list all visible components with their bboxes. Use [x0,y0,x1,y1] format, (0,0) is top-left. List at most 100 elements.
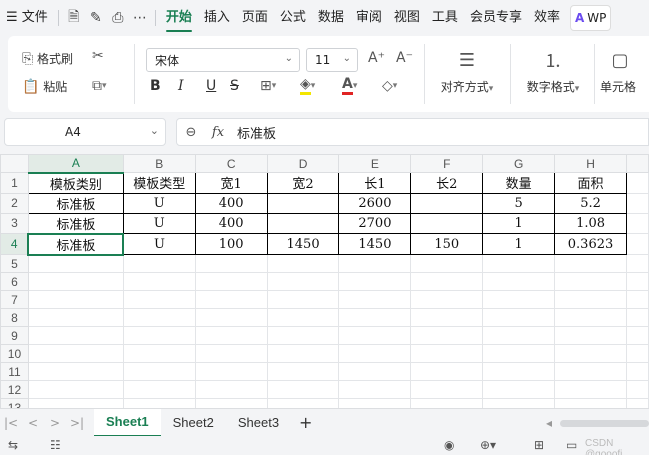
cell-d9[interactable] [266,326,340,345]
cell-f3[interactable] [410,212,484,234]
next-sheet-icon[interactable]: > [44,416,66,430]
paste-button[interactable]: 📋 粘贴 [22,78,67,95]
tab-member[interactable]: 会员专享 [464,0,528,36]
cell-f11[interactable] [410,362,484,381]
cell-a4[interactable]: 标准板 [27,232,125,256]
cell-f5[interactable] [410,254,484,273]
cell-b12[interactable] [122,380,196,399]
cell-g7[interactable] [482,290,556,309]
cell-h10[interactable] [554,344,627,363]
cell-d6[interactable] [266,272,340,291]
cell-e4[interactable]: 1450 [338,233,412,255]
cell-b7[interactable] [122,290,196,309]
cell-extra[interactable] [626,362,649,381]
cell-b5[interactable] [122,254,196,273]
row-header[interactable]: 13 [0,398,29,408]
cell-a10[interactable] [27,344,124,363]
increase-font-button[interactable]: A⁺ [368,50,385,66]
cell-h3[interactable]: 1.08 [554,212,627,234]
cell-g12[interactable] [482,380,556,399]
cell-e7[interactable] [338,290,412,309]
row-header[interactable]: 1 [0,172,29,194]
normal-view-icon[interactable]: ⊞ [534,438,544,452]
cell-h12[interactable] [554,380,627,399]
cell-a3[interactable]: 标准板 [27,212,124,234]
cell-c8[interactable] [194,308,268,327]
cell-b8[interactable] [122,308,196,327]
cell-f2[interactable] [410,192,484,214]
cell-e13[interactable] [338,398,412,408]
cell-extra[interactable] [626,192,649,214]
row-header[interactable]: 3 [0,212,29,234]
column-header-b[interactable]: B [122,154,196,173]
cell-extra[interactable] [626,172,649,194]
cell-b2[interactable]: U [122,192,196,214]
cell-extra[interactable] [626,380,649,399]
copy-button[interactable]: ⧉ ▾ [92,78,107,94]
cell-a9[interactable] [27,326,124,345]
column-header-g[interactable]: G [482,154,556,173]
cell-c2[interactable]: 400 [194,192,268,214]
horizontal-scrollbar[interactable] [560,420,649,427]
cell-h13[interactable] [554,398,627,408]
align-button[interactable]: ☰ 对齐方式▾ [430,42,504,106]
cell-c4[interactable]: 100 [194,233,268,255]
cell-d8[interactable] [266,308,340,327]
formula-bar[interactable]: ⊖ fx 标准板 [176,118,649,146]
cell-b11[interactable] [122,362,196,381]
cell-d1[interactable]: 宽2 [266,172,340,194]
cell-h7[interactable] [554,290,627,309]
cell-e9[interactable] [338,326,412,345]
column-header-f[interactable]: F [410,154,484,173]
cell-h2[interactable]: 5.2 [554,192,627,214]
cell-g4[interactable]: 1 [482,233,556,255]
cell-extra[interactable] [626,290,649,309]
cell-f1[interactable]: 长2 [410,172,484,194]
cell-d7[interactable] [266,290,340,309]
column-header-h[interactable]: H [554,154,627,173]
cell-b3[interactable]: U [122,212,196,234]
cell-e12[interactable] [338,380,412,399]
tab-review[interactable]: 审阅 [350,0,388,36]
cell-e8[interactable] [338,308,412,327]
bold-button[interactable]: B [150,78,161,94]
cell-e6[interactable] [338,272,412,291]
cell-g6[interactable] [482,272,556,291]
cell-c1[interactable]: 宽1 [194,172,268,194]
tab-home[interactable]: 开始 [160,0,198,36]
row-header[interactable]: 5 [0,254,29,273]
row-header[interactable]: 6 [0,272,29,291]
cell-a5[interactable] [27,254,124,273]
cell-h9[interactable] [554,326,627,345]
clear-button[interactable]: ◇ ▾ [382,78,397,94]
cell-a13[interactable] [27,398,124,408]
column-header-a[interactable]: A [27,154,124,174]
cell-g13[interactable] [482,398,556,408]
tab-page[interactable]: 页面 [236,0,274,36]
row-header[interactable]: 12 [0,380,29,399]
column-header-e[interactable]: E [338,154,412,173]
scroll-left-icon[interactable]: ◂ [538,416,560,430]
cell-f4[interactable]: 150 [410,233,484,255]
cell-a12[interactable] [27,380,124,399]
cell-f6[interactable] [410,272,484,291]
row-header[interactable]: 2 [0,192,29,214]
cell-d10[interactable] [266,344,340,363]
cell-e2[interactable]: 2600 [338,192,412,214]
cell-h8[interactable] [554,308,627,327]
cell-e3[interactable]: 2700 [338,212,412,234]
zoom-search-icon[interactable]: ⊖ [177,125,205,140]
cell-h5[interactable] [554,254,627,273]
fill-color-button[interactable]: ◈ ▾ [300,76,315,95]
row-header[interactable]: 11 [0,362,29,381]
cell-c3[interactable]: 400 [194,212,268,234]
cell-f13[interactable] [410,398,484,408]
cell-d3[interactable] [266,212,340,234]
cell-extra[interactable] [626,344,649,363]
sheet-tab-sheet1[interactable]: Sheet1 [94,408,161,437]
cell-a8[interactable] [27,308,124,327]
cell-h4[interactable]: 0.3623 [554,233,627,255]
cell-extra[interactable] [626,326,649,345]
cell-a7[interactable] [27,290,124,309]
cell-b10[interactable] [122,344,196,363]
